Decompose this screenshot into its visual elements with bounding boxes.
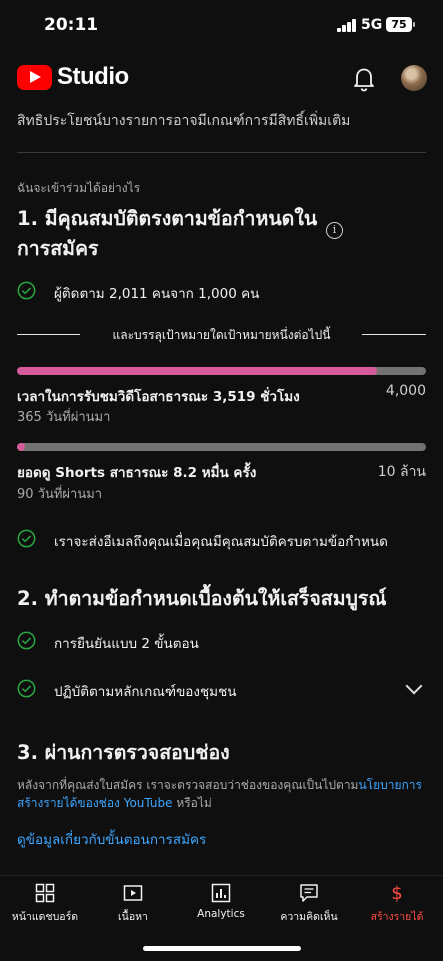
subscribers-requirement: ผู้ติดตาม 2,011 คนจาก 1,000 คน — [17, 279, 426, 303]
community-guidelines-row[interactable]: ปฏิบัติตามหลักเกณฑ์ของชุมชน — [17, 677, 426, 701]
email-notice-text: เราจะส่งอีเมลถึงคุณเมื่อคุณมีคุณสมบัติคร… — [54, 534, 388, 550]
shorts-views-label: ยอดดู Shorts สาธารณะ 8.2 หมื่น ครั้ง — [17, 465, 257, 481]
two-step-text: การยืนยันแบบ 2 ขั้นตอน — [54, 636, 199, 652]
check-circle-icon — [17, 281, 36, 300]
nav-comments-label: ความคิดเห็น — [280, 911, 338, 923]
account-avatar[interactable] — [401, 65, 427, 91]
watch-hours-period: 365 วันที่ผ่านมา — [17, 410, 111, 425]
watch-hours-target: 4,000 — [385, 383, 426, 399]
check-circle-icon — [17, 631, 36, 650]
youtube-logo-icon — [17, 65, 52, 90]
notifications-bell-icon[interactable] — [352, 66, 376, 92]
step1-title: 1. มีคุณสมบัติตรงตามข้อกำหนดใน การสมัคร — [17, 207, 318, 260]
battery-icon: 75 — [386, 17, 415, 32]
or-goal-text: และบรรลุเป้าหมายใดเป้าหมายหนึ่งต่อไปนี้ — [112, 328, 331, 342]
monetization-policy-link[interactable]: นโยบายการ — [358, 778, 422, 792]
learn-more-link[interactable]: ดูข้อมูลเกี่ยวกับขั้นตอนการสมัคร — [17, 828, 206, 850]
check-circle-icon — [17, 529, 36, 548]
app-name: Studio — [57, 63, 129, 90]
comments-icon — [300, 884, 318, 902]
status-time: 20:11 — [44, 15, 99, 35]
nav-earn[interactable]: $ สร้างรายได้ — [353, 876, 441, 936]
how-to-join-label: ฉันจะเข้าร่วมได้อย่างไร — [17, 181, 141, 195]
nav-content-label: เนื้อหา — [118, 911, 148, 923]
watch-hours-label: เวลาในการรับชมวิดีโอสาธารณะ 3,519 ชั่วโม… — [17, 389, 300, 405]
info-icon[interactable]: i — [326, 222, 343, 239]
analytics-icon — [211, 883, 231, 903]
watch-hours-progress — [17, 367, 426, 375]
benefits-note: สิทธิประโยชน์บางรายการอาจมีเกณฑ์การมีสิท… — [17, 113, 351, 129]
earn-icon: $ — [391, 883, 402, 903]
watch-hours-progress-fill — [17, 367, 377, 375]
nav-content[interactable]: เนื้อหา — [89, 876, 177, 936]
chevron-down-icon[interactable] — [405, 677, 423, 695]
nav-analytics[interactable]: Analytics — [177, 876, 265, 936]
community-guidelines-text: ปฏิบัติตามหลักเกณฑ์ของชุมชน — [54, 684, 237, 700]
shorts-views-progress-fill — [17, 443, 26, 451]
signal-icon — [337, 19, 357, 32]
step3-title: 3. ผ่านการตรวจสอบช่อง — [17, 741, 230, 764]
nav-dashboard[interactable]: หน้าแดชบอร์ด — [1, 876, 89, 936]
section-divider — [17, 152, 426, 153]
dashboard-icon — [35, 883, 55, 903]
subscribers-text: ผู้ติดตาม 2,011 คนจาก 1,000 คน — [54, 286, 260, 302]
nav-analytics-label: Analytics — [197, 908, 245, 920]
two-step-verification: การยืนยันแบบ 2 ขั้นตอน — [17, 629, 426, 653]
app-header: Studio — [0, 50, 443, 106]
check-circle-icon — [17, 679, 36, 698]
status-bar: 20:11 5G 75 — [0, 0, 443, 50]
email-notice: เราจะส่งอีเมลถึงคุณเมื่อคุณมีคุณสมบัติคร… — [17, 527, 426, 551]
step2-title: 2. ทำตามข้อกำหนดเบื้องต้นให้เสร็จสมบูรณ์ — [17, 587, 387, 610]
nav-earn-label: สร้างรายได้ — [370, 911, 424, 923]
divider-line — [362, 334, 426, 335]
svg-text:$: $ — [391, 883, 402, 903]
channel-review-text: หลังจากที่คุณส่งใบสมัคร เราจะตรวจสอบว่าช… — [17, 778, 422, 810]
monetization-policy-link-cont[interactable]: สร้างรายได้ของช่อง YouTube — [17, 796, 173, 810]
goal-divider: และบรรลุเป้าหมายใดเป้าหมายหนึ่งต่อไปนี้ — [17, 324, 426, 344]
shorts-views-target: 10 ล้าน — [377, 464, 426, 480]
home-indicator — [143, 946, 301, 951]
shorts-views-progress — [17, 443, 426, 451]
nav-comments[interactable]: ความคิดเห็น — [265, 876, 353, 936]
nav-dashboard-label: หน้าแดชบอร์ด — [11, 911, 79, 923]
shorts-views-period: 90 วันที่ผ่านมา — [17, 487, 103, 502]
network-type: 5G — [361, 17, 383, 33]
content-icon — [123, 885, 143, 901]
